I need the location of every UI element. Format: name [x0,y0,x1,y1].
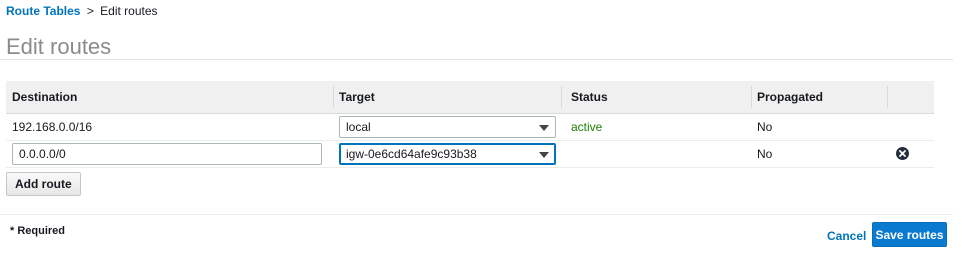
destination-input[interactable] [12,143,322,165]
propagated-value: No [757,120,773,134]
breadcrumb: Route Tables > Edit routes [6,4,158,18]
target-select-value: local [346,120,371,134]
column-header-propagated: Propagated [757,90,824,104]
routes-table: Destination Target Status Propagated 192… [6,81,934,168]
breadcrumb-separator: > [86,4,94,18]
target-select[interactable]: local [339,116,556,138]
cancel-link[interactable]: Cancel [827,229,866,243]
column-header-target: Target [339,90,375,104]
status-value [571,141,751,167]
target-select-value: igw-0e6cd64afe9c93b38 [346,147,477,161]
save-routes-button[interactable]: Save routes [872,222,947,247]
close-circle-icon[interactable] [896,147,909,160]
target-select[interactable]: igw-0e6cd64afe9c93b38 [339,143,556,165]
table-header: Destination Target Status Propagated [6,81,934,114]
title-divider [0,59,953,60]
column-divider [887,86,888,108]
column-header-destination: Destination [12,90,78,104]
add-route-button[interactable]: Add route [6,172,81,196]
destination-value: 192.168.0.0/16 [12,120,93,134]
required-note: * Required [10,225,66,237]
table-row: 192.168.0.0/16 local active No [6,114,934,141]
caret-down-icon [539,125,549,131]
caret-down-icon [539,152,549,158]
column-header-status: Status [571,90,608,104]
page-title: Edit routes [6,34,112,59]
table-row: igw-0e6cd64afe9c93b38 No [6,141,934,168]
propagated-value: No [757,147,773,161]
breadcrumb-route-tables-link[interactable]: Route Tables [6,4,80,18]
column-divider [561,86,562,108]
status-value: active [571,120,603,134]
footer-divider [0,214,953,215]
breadcrumb-current: Edit routes [100,4,158,18]
